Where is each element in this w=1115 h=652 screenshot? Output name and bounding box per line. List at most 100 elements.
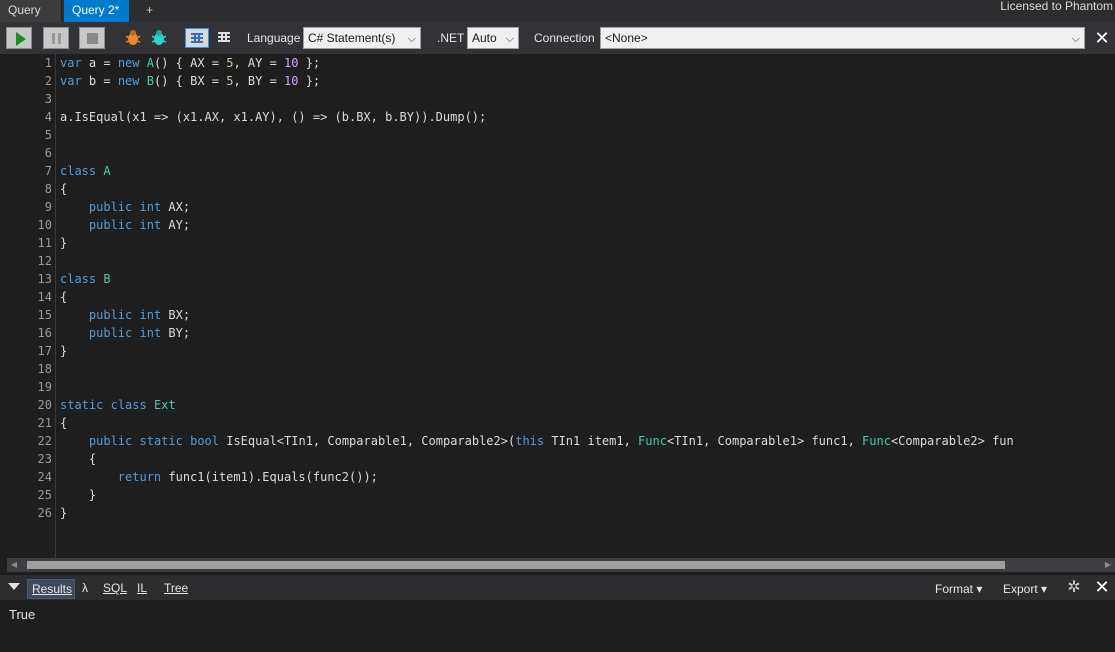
stop-button[interactable] (79, 27, 105, 49)
line-number: 18 (37, 362, 52, 376)
code-line: public static bool IsEqual<TIn1, Compara… (88, 434, 1014, 448)
bug-teal-icon (151, 30, 167, 45)
code-line: { (60, 416, 68, 430)
tab-il[interactable]: IL (137, 579, 147, 599)
new-tab-button[interactable]: + (140, 0, 164, 22)
language-select[interactable]: C# Statement(s) ⌵ (303, 27, 421, 49)
language-label: Language (247, 31, 301, 45)
chevron-down-icon: ⌵ (407, 33, 416, 45)
toolbar: Language C# Statement(s) ⌵ .NET Auto ⌵ C… (0, 22, 1115, 54)
connection-value: <None> (605, 31, 648, 45)
line-number: 3 (44, 92, 52, 106)
line-number: 26 (37, 506, 52, 520)
debug-bug-icon[interactable] (122, 28, 144, 48)
line-number: 4 (44, 110, 52, 124)
export-menu[interactable]: Export ▾ (1003, 581, 1047, 597)
line-number: 11 (37, 236, 52, 250)
connection-select[interactable]: <None> ⌵ (600, 27, 1085, 49)
pause-icon (52, 33, 61, 44)
code-line: } (60, 236, 68, 250)
line-number: 1 (44, 56, 52, 70)
tab-query-1[interactable]: Query 1* (0, 0, 62, 37)
tab-sql[interactable]: SQL (103, 579, 127, 599)
code-line: static class Ext (60, 398, 176, 412)
tab-lambda[interactable]: λ (82, 579, 88, 599)
code-line: var b = new B() { BX = 5, BY = 10 }; (60, 74, 321, 88)
scroll-left-arrow-icon[interactable]: ◀ (7, 558, 21, 572)
line-number-gutter: 1 2 3 4 5 6 7 8 9 10 11 12 13 14 15 16 1… (24, 54, 54, 558)
pause-button[interactable] (43, 27, 69, 49)
dotnet-value: Auto (472, 31, 497, 45)
editor-margin (0, 54, 24, 558)
tab-tree[interactable]: Tree (164, 579, 188, 599)
line-number: 17 (37, 344, 52, 358)
line-number: 5 (44, 128, 52, 142)
line-number: 25 (37, 488, 52, 502)
line-number: 2 (44, 74, 52, 88)
code-line: } (60, 506, 68, 520)
table-icon (218, 32, 230, 42)
connection-label: Connection (534, 31, 595, 45)
output-value: True (9, 607, 36, 622)
license-text: Licensed to Phantom (1000, 0, 1113, 13)
line-number: 6 (44, 146, 52, 160)
line-number: 13 (37, 272, 52, 286)
loading-spinner-icon[interactable]: ✲ (1065, 579, 1083, 597)
results-toolbar: Results λ SQL IL Tree Format ▾ Export ▾ … (0, 574, 1115, 600)
data-grid-results-button[interactable] (213, 28, 235, 48)
results-output: True (0, 600, 1115, 652)
code-line: public int BX; (88, 308, 191, 322)
tab-query-2[interactable]: Query 2* (64, 0, 129, 22)
code-line: a.IsEqual(x1 => (x1.AX, x1.AY), () => (b… (60, 110, 487, 124)
query-tab-bar: Query 1* Query 2* + Licensed to Phantom (0, 0, 1115, 37)
tab-results[interactable]: Results (27, 579, 75, 599)
line-number: 20 (37, 398, 52, 412)
language-value: C# Statement(s) (308, 31, 396, 45)
rich-text-results-button[interactable] (185, 28, 209, 48)
line-number: 15 (37, 308, 52, 322)
code-line: public int AX; (88, 200, 191, 214)
line-number: 12 (37, 254, 52, 268)
format-menu[interactable]: Format ▾ (935, 581, 982, 597)
close-results-button[interactable]: ✕ (1094, 578, 1110, 596)
code-line: } (60, 488, 97, 502)
code-line: var a = new A() { AX = 5, AY = 10 }; (60, 56, 321, 70)
line-number: 22 (37, 434, 52, 448)
code-editor[interactable]: 1 2 3 4 5 6 7 8 9 10 11 12 13 14 15 16 1… (0, 54, 1115, 558)
line-number: 10 (37, 218, 52, 232)
horizontal-scrollbar[interactable]: ◀ ▶ (7, 558, 1115, 572)
code-line: { (60, 452, 97, 466)
grid-icon (191, 33, 203, 43)
scroll-right-arrow-icon[interactable]: ▶ (1101, 558, 1115, 572)
play-icon (16, 32, 26, 46)
stop-icon (87, 33, 98, 44)
dotnet-select[interactable]: Auto ⌵ (467, 27, 519, 49)
dotnet-label: .NET (437, 31, 465, 45)
line-number: 21 (37, 416, 52, 430)
line-number: 23 (37, 452, 52, 466)
debug-bug-teal-icon[interactable] (148, 28, 170, 48)
line-number: 7 (44, 164, 52, 178)
line-number: 19 (37, 380, 52, 394)
code-line: public int BY; (88, 326, 191, 340)
line-number: 16 (37, 326, 52, 340)
code-area[interactable]: var a = new A() { AX = 5, AY = 10 }; var… (55, 54, 1115, 558)
line-number: 24 (37, 470, 52, 484)
code-line: { (60, 290, 68, 304)
close-query-button[interactable]: ✕ (1094, 29, 1110, 47)
scrollbar-thumb[interactable] (27, 561, 1005, 569)
code-line: class B (60, 272, 111, 286)
bug-icon (125, 30, 141, 45)
run-button[interactable] (6, 27, 32, 49)
code-line: public int AY; (88, 218, 191, 232)
code-line: return func1(item1).Equals(func2()); (117, 470, 378, 484)
collapse-results-icon[interactable] (8, 583, 20, 590)
line-number: 14 (37, 290, 52, 304)
line-number: 8 (44, 182, 52, 196)
line-number: 9 (44, 200, 52, 214)
code-line: { (60, 182, 68, 196)
chevron-down-icon: ⌵ (505, 33, 514, 45)
code-line: class A (60, 164, 111, 178)
code-line: } (60, 344, 68, 358)
chevron-down-icon: ⌵ (1071, 33, 1080, 45)
